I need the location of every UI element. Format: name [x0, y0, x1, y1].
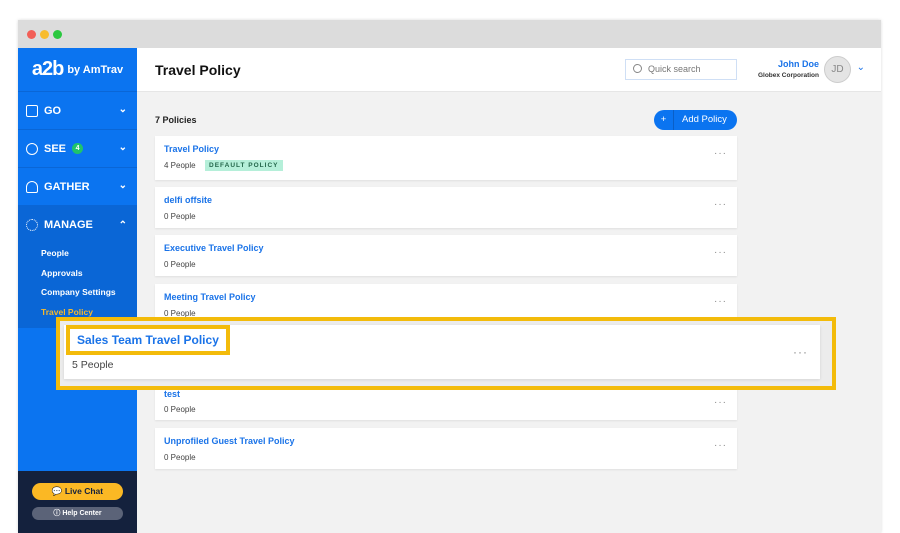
policy-name-link[interactable]: Meeting Travel Policy — [164, 292, 256, 302]
sidebar-item-see[interactable]: SEE 4 ⌄ — [18, 130, 137, 168]
sidebar-item-label: GATHER — [44, 180, 90, 193]
sidebar-item-go[interactable]: GO ⌄ — [18, 92, 137, 130]
policy-count: 7 Policies — [155, 115, 197, 125]
maximize-window-button[interactable] — [53, 30, 62, 39]
policy-name-link[interactable]: Unprofiled Guest Travel Policy — [164, 436, 295, 446]
submenu-company-settings[interactable]: Company Settings — [18, 283, 137, 303]
avatar[interactable]: JD — [824, 56, 851, 83]
chevron-down-icon: ⌄ — [118, 104, 127, 115]
gauge-icon — [26, 142, 38, 155]
policy-name-link[interactable]: Travel Policy — [164, 144, 219, 154]
more-options-icon[interactable]: ··· — [714, 397, 727, 408]
title-bar — [18, 20, 881, 48]
more-options-icon[interactable]: ··· — [714, 148, 727, 159]
sidebar: a2b by AmTrav GO ⌄ SEE 4 ⌄ GATHER ⌄ MANAGE ⌃ P… — [18, 48, 137, 533]
header: Travel Policy Quick search John Doe Glob… — [137, 48, 881, 92]
notification-badge: 4 — [72, 143, 84, 154]
minimize-window-button[interactable] — [40, 30, 49, 39]
policy-people-count: 0 People — [164, 453, 196, 462]
policy-name-link[interactable]: delfi offsite — [164, 195, 212, 205]
gear-icon — [26, 219, 38, 231]
chevron-down-icon[interactable]: ⌄ — [857, 62, 865, 73]
policy-card[interactable]: Travel Policy 4 People ··· DEFAULT POLICY — [155, 136, 737, 180]
policy-name-link[interactable]: Sales Team Travel Policy — [66, 325, 230, 355]
policy-people-count: 0 People — [164, 212, 196, 221]
briefcase-icon — [26, 104, 38, 117]
help-center-button[interactable]: ⓘ Help Center — [32, 507, 123, 520]
people-icon — [26, 180, 38, 193]
policy-card[interactable]: Unprofiled Guest Travel Policy 0 People … — [155, 428, 737, 469]
add-policy-label: Add Policy — [682, 114, 727, 125]
search-placeholder: Quick search — [648, 64, 701, 74]
policy-people-count: 0 People — [164, 260, 196, 269]
user-name[interactable]: John Doe — [778, 59, 819, 69]
default-policy-badge: DEFAULT POLICY — [205, 160, 283, 171]
chevron-down-icon: ⌄ — [118, 142, 127, 153]
logo[interactable]: a2b by AmTrav — [18, 48, 137, 92]
chevron-down-icon: ⌄ — [118, 180, 127, 191]
app-window: a2b by AmTrav GO ⌄ SEE 4 ⌄ GATHER ⌄ MANAGE ⌃ P… — [18, 20, 881, 533]
logo-text: by AmTrav — [67, 63, 124, 76]
logo-mark: a2b — [31, 58, 64, 80]
sidebar-item-manage[interactable]: MANAGE ⌃ — [18, 206, 137, 244]
more-options-icon[interactable]: ··· — [714, 199, 727, 210]
search-icon — [633, 64, 642, 73]
close-window-button[interactable] — [27, 30, 36, 39]
sidebar-item-label: GO — [44, 104, 62, 117]
chevron-up-icon: ⌃ — [118, 220, 127, 231]
policy-people-count: 5 People — [72, 359, 114, 371]
live-chat-label: Live Chat — [64, 486, 104, 496]
add-policy-button[interactable]: + Add Policy — [654, 110, 737, 130]
submenu-people[interactable]: People — [18, 244, 137, 264]
sidebar-item-gather[interactable]: GATHER ⌄ — [18, 168, 137, 206]
sidebar-item-label: SEE — [44, 142, 67, 155]
user-org: Globex Corporation — [757, 72, 819, 79]
plus-icon: + — [654, 110, 674, 130]
help-icon: ⓘ — [53, 510, 63, 517]
manage-section: MANAGE ⌃ People Approvals Company Setting… — [18, 206, 137, 328]
more-options-icon[interactable]: ··· — [714, 440, 727, 451]
policy-name-link[interactable]: Executive Travel Policy — [164, 243, 264, 253]
policy-card[interactable]: delfi offsite 0 People ··· — [155, 187, 737, 228]
more-options-icon[interactable]: ··· — [714, 296, 727, 307]
policy-card-highlighted[interactable]: Sales Team Travel Policy 5 People ··· — [64, 325, 820, 379]
policy-card[interactable]: test 0 People ··· — [155, 385, 737, 420]
page-title: Travel Policy — [155, 62, 241, 78]
more-options-icon[interactable]: ··· — [714, 247, 727, 258]
policy-card[interactable]: Executive Travel Policy 0 People ··· — [155, 235, 737, 276]
policy-name-link[interactable]: test — [164, 389, 180, 399]
more-options-icon[interactable]: ··· — [793, 345, 808, 359]
policy-people-count: 0 People — [164, 405, 196, 414]
help-center-label: Help Center — [62, 510, 102, 517]
policy-people-count: 4 People — [164, 161, 196, 170]
highlight-callout: Sales Team Travel Policy 5 People ··· — [56, 317, 836, 390]
live-chat-button[interactable]: 💬 Live Chat — [32, 483, 123, 500]
chat-icon: 💬 — [51, 486, 65, 496]
sidebar-footer: 💬 Live Chat ⓘ Help Center — [18, 471, 137, 533]
search-input[interactable]: Quick search — [625, 59, 737, 80]
submenu-approvals[interactable]: Approvals — [18, 264, 137, 284]
sidebar-item-label: MANAGE — [44, 219, 93, 231]
